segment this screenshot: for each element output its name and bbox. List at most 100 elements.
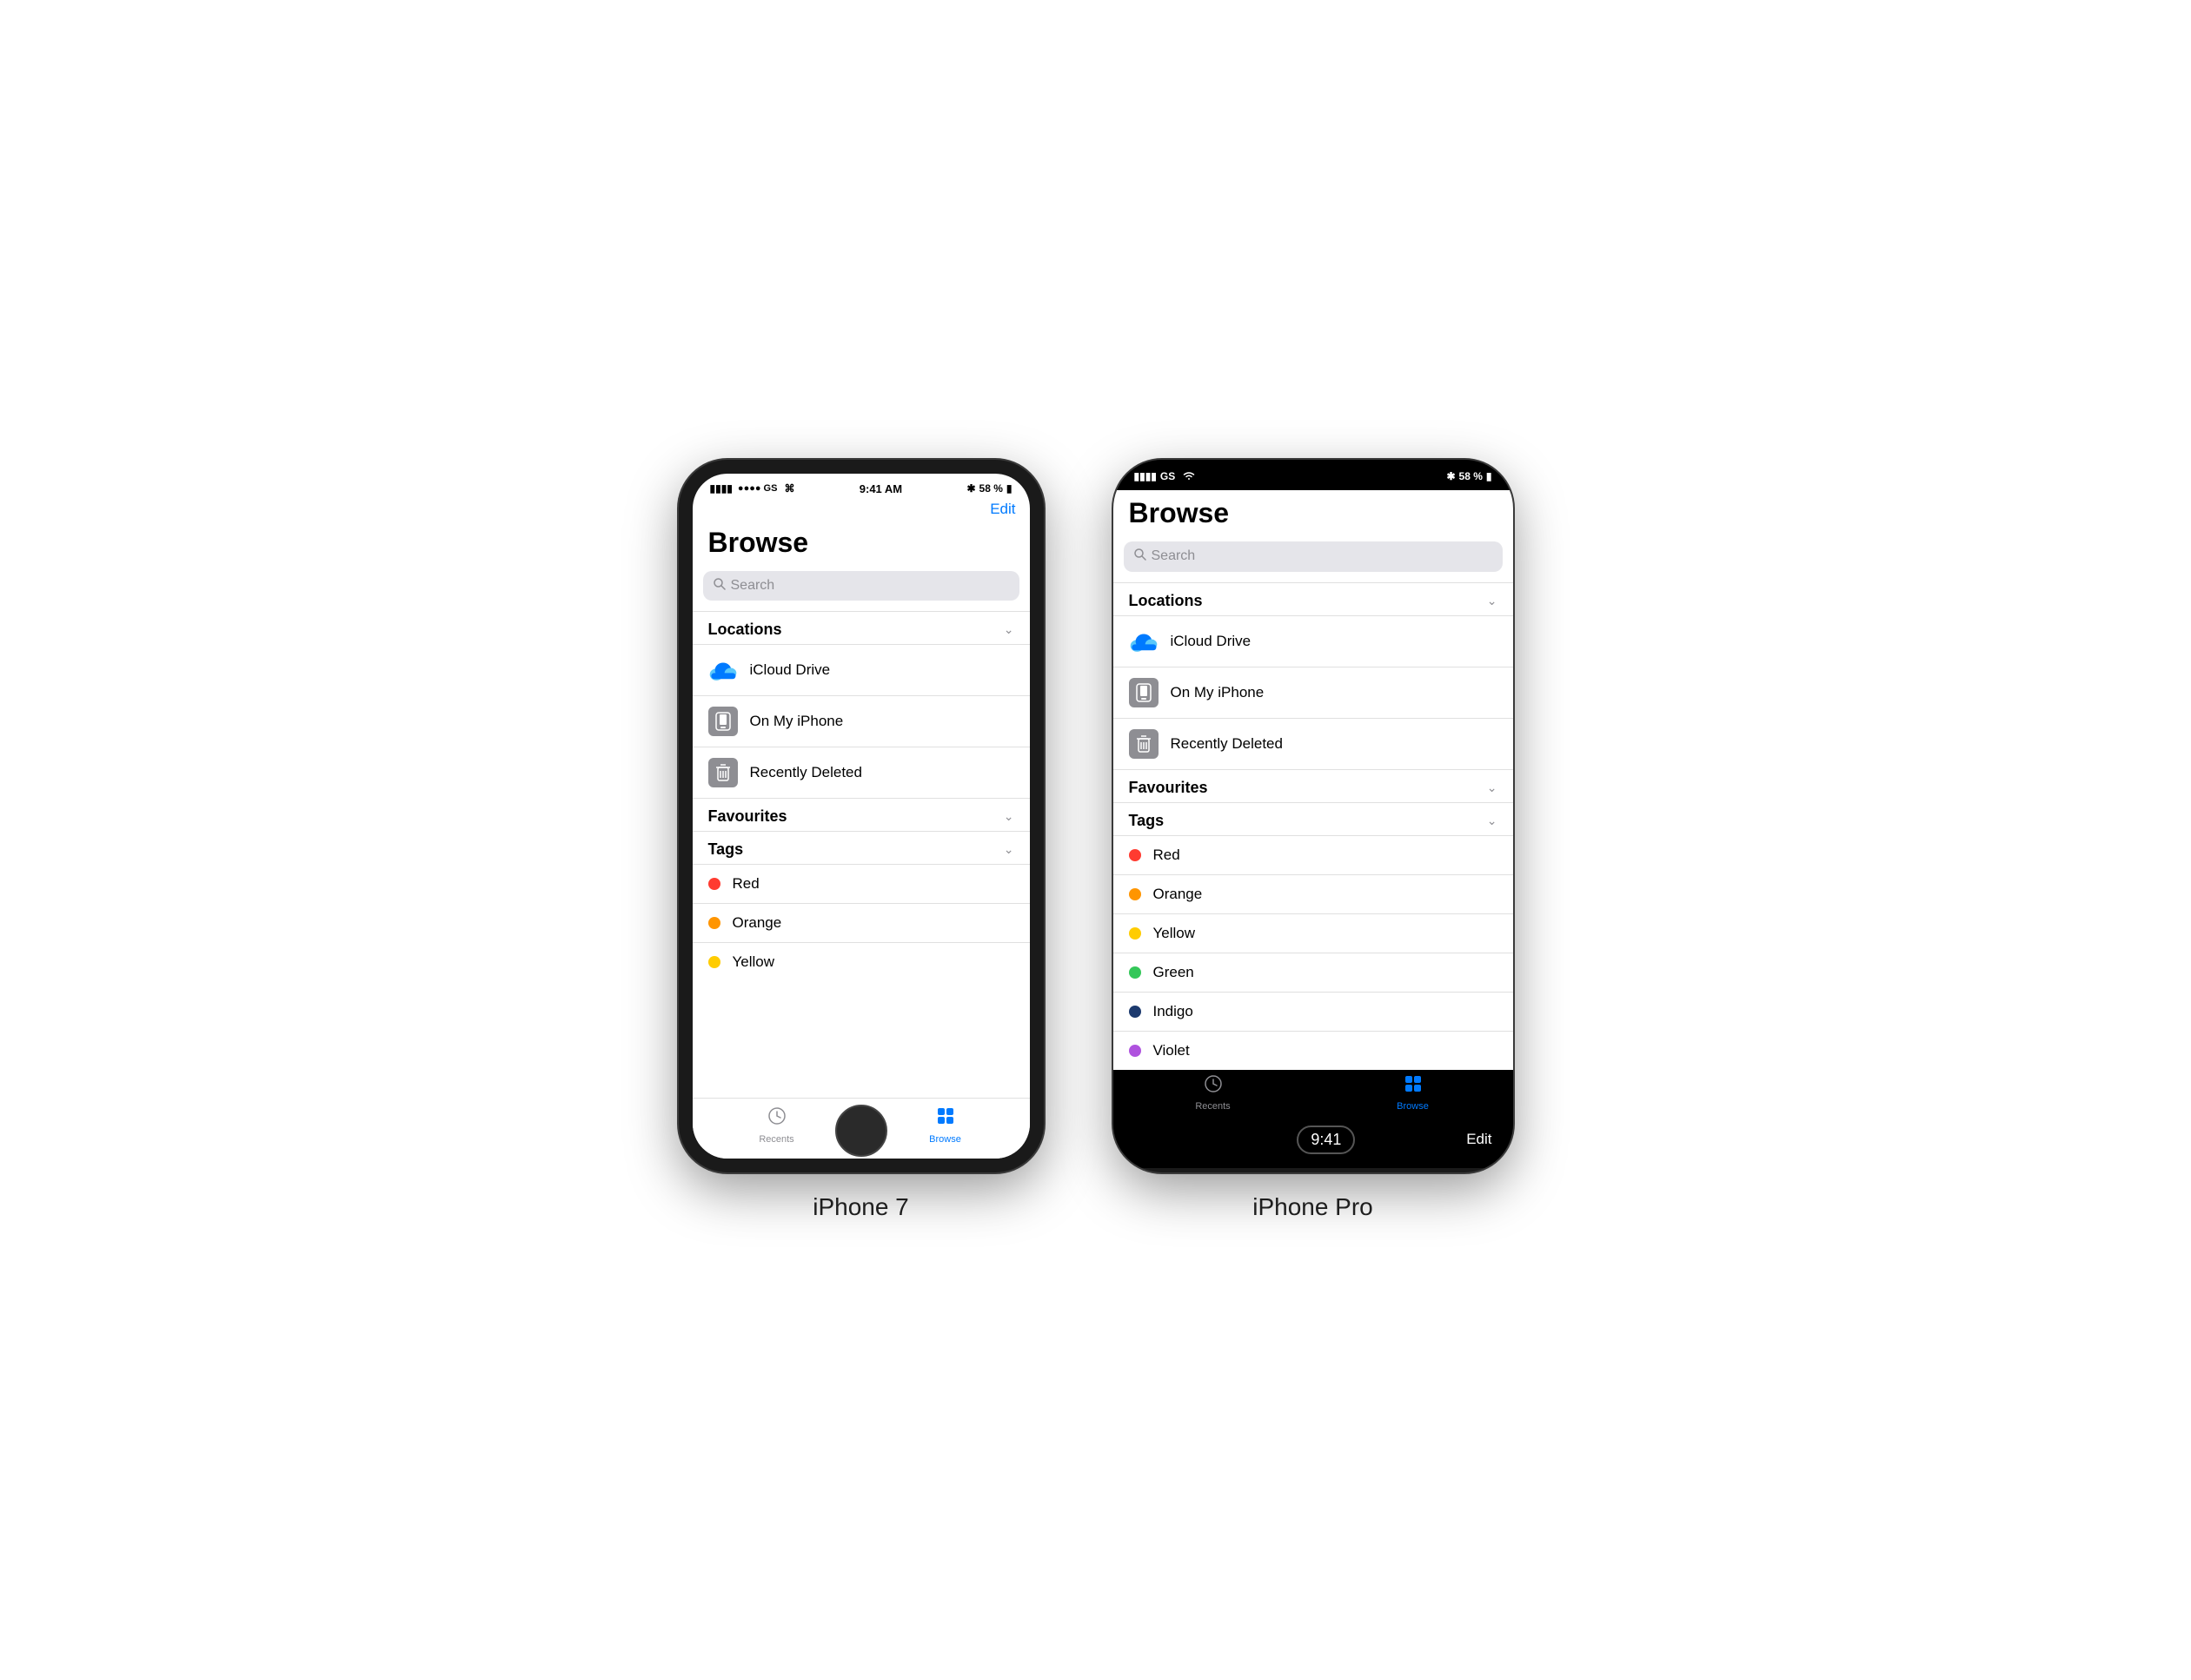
pro-orange-label: Orange [1153, 886, 1203, 903]
pro-tags-chevron: ⌄ [1487, 813, 1497, 828]
pro-browse-icon [1403, 1073, 1424, 1099]
pro-list-oniphone[interactable]: On My iPhone [1113, 667, 1513, 718]
status-left: ▮▮▮▮ ●●●● GS ⌘ [710, 482, 795, 495]
list-item-oniphone[interactable]: On My iPhone [693, 695, 1030, 747]
pro-edit-button[interactable]: Edit [1466, 1131, 1491, 1148]
orange-dot [708, 917, 720, 929]
phone-icon [708, 707, 738, 736]
icloud-icon [708, 655, 738, 685]
iphone7-browse-title: Browse [693, 520, 1030, 571]
list-item-icloud[interactable]: iCloud Drive [693, 644, 1030, 695]
pro-list-red[interactable]: Red [1113, 835, 1513, 874]
pro-search-placeholder: Search [1152, 548, 1196, 564]
list-item-orange[interactable]: Orange [693, 903, 1030, 942]
list-item-yellow[interactable]: Yellow [693, 942, 1030, 981]
pro-status-left: ▮▮▮▮ GS [1134, 470, 1197, 483]
pro-violet-dot [1129, 1045, 1141, 1057]
edit-button[interactable]: Edit [990, 501, 1015, 518]
pro-status-bar: ▮▮▮▮ GS ✱ 58 % ▮ [1113, 460, 1513, 490]
search-bar[interactable]: Search [703, 571, 1019, 601]
iphone7-status-bar: ▮▮▮▮ ●●●● GS ⌘ 9:41 AM ✱ 58 % ▮ [693, 474, 1030, 499]
pro-icloud-label: iCloud Drive [1171, 633, 1252, 650]
pro-icloud-icon [1129, 627, 1159, 656]
wifi-icon: ⌘ [784, 482, 794, 495]
pro-tags-title: Tags [1129, 812, 1165, 830]
pro-search-icon [1134, 548, 1146, 565]
pro-list-deleted[interactable]: Recently Deleted [1113, 718, 1513, 769]
iphone7-time: 9:41 AM [860, 482, 902, 495]
pro-oniphone-label: On My iPhone [1171, 684, 1265, 701]
pro-red-dot [1129, 849, 1141, 861]
pro-list-icloud[interactable]: iCloud Drive [1113, 615, 1513, 667]
pro-screen-content: Browse Search Locations ⌄ [1113, 490, 1513, 1070]
iphone7-container: ▮▮▮▮ ●●●● GS ⌘ 9:41 AM ✱ 58 % ▮ Edit Bro… [679, 460, 1044, 1221]
pro-locations-title: Locations [1129, 592, 1203, 610]
pro-tab-recents[interactable]: Recents [1113, 1073, 1313, 1112]
pro-bluetooth-icon: ✱ [1446, 470, 1455, 482]
locations-header[interactable]: Locations ⌄ [693, 611, 1030, 644]
home-button[interactable] [835, 1105, 887, 1157]
icloud-label: iCloud Drive [750, 661, 831, 679]
red-dot [708, 878, 720, 890]
pro-orange-dot [1129, 888, 1141, 900]
pro-green-dot [1129, 966, 1141, 979]
favourites-title: Favourites [708, 807, 787, 826]
recents-icon [767, 1106, 787, 1132]
tags-title: Tags [708, 840, 744, 859]
pro-list-yellow[interactable]: Yellow [1113, 913, 1513, 953]
pro-favourites-title: Favourites [1129, 779, 1208, 797]
favourites-header[interactable]: Favourites ⌄ [693, 798, 1030, 831]
iphone7-device: ▮▮▮▮ ●●●● GS ⌘ 9:41 AM ✱ 58 % ▮ Edit Bro… [679, 460, 1044, 1172]
pro-recents-icon [1203, 1073, 1224, 1099]
pro-favourites-chevron: ⌄ [1487, 780, 1497, 795]
pro-indigo-label: Indigo [1153, 1003, 1193, 1020]
recents-label: Recents [759, 1134, 793, 1145]
pro-list-green[interactable]: Green [1113, 953, 1513, 992]
pro-indigo-dot [1129, 1006, 1141, 1018]
pro-battery-icon: ▮ [1486, 470, 1492, 482]
browse-label: Browse [929, 1134, 961, 1145]
pro-red-label: Red [1153, 847, 1180, 864]
pro-locations-header[interactable]: Locations ⌄ [1113, 582, 1513, 615]
pro-signal-icon: ▮▮▮▮ [1134, 470, 1157, 482]
iphone-pro-label: iPhone Pro [1252, 1193, 1373, 1221]
trash-icon [708, 758, 738, 787]
pro-yellow-label: Yellow [1153, 925, 1196, 942]
pro-carrier: GS [1160, 470, 1175, 482]
locations-chevron: ⌄ [1004, 622, 1014, 637]
pro-recents-label: Recents [1195, 1101, 1230, 1112]
pro-list-orange[interactable]: Orange [1113, 874, 1513, 913]
tags-header[interactable]: Tags ⌄ [693, 831, 1030, 864]
list-item-red[interactable]: Red [693, 864, 1030, 903]
pro-time: 9:41 [1297, 1126, 1355, 1154]
pro-trash-icon [1129, 729, 1159, 759]
pro-wifi-icon [1182, 470, 1196, 483]
locations-title: Locations [708, 621, 782, 639]
pro-search-container: Search [1113, 541, 1513, 582]
pro-list-violet[interactable]: Violet [1113, 1031, 1513, 1070]
iphone-pro-container: ▮▮▮▮ GS ✱ 58 % ▮ Browse [1113, 460, 1513, 1221]
pro-deleted-label: Recently Deleted [1171, 735, 1283, 753]
pro-search-bar[interactable]: Search [1124, 541, 1503, 572]
pro-browse-label: Browse [1397, 1101, 1429, 1112]
battery-icon: ▮ [1006, 482, 1013, 495]
pro-tags-header[interactable]: Tags ⌄ [1113, 802, 1513, 835]
pro-tab-browse[interactable]: Browse [1313, 1073, 1513, 1112]
pro-green-label: Green [1153, 964, 1194, 981]
pro-bottom-bar: 9:41 Edit [1113, 1119, 1513, 1168]
pro-list-indigo[interactable]: Indigo [1113, 992, 1513, 1031]
pro-favourites-header[interactable]: Favourites ⌄ [1113, 769, 1513, 802]
pro-violet-label: Violet [1153, 1042, 1190, 1059]
yellow-dot [708, 956, 720, 968]
browse-icon [935, 1106, 956, 1132]
red-label: Red [733, 875, 760, 893]
pro-battery-label: 58 % [1459, 470, 1483, 482]
yellow-label: Yellow [733, 953, 775, 971]
pro-yellow-dot [1129, 927, 1141, 940]
list-item-deleted[interactable]: Recently Deleted [693, 747, 1030, 798]
search-placeholder: Search [731, 578, 775, 594]
iphone7-screen: ▮▮▮▮ ●●●● GS ⌘ 9:41 AM ✱ 58 % ▮ Edit Bro… [693, 474, 1030, 1159]
iphone7-label: iPhone 7 [813, 1193, 909, 1221]
pro-browse-title: Browse [1113, 490, 1513, 541]
iphone7-nav-bar: Edit [693, 499, 1030, 520]
